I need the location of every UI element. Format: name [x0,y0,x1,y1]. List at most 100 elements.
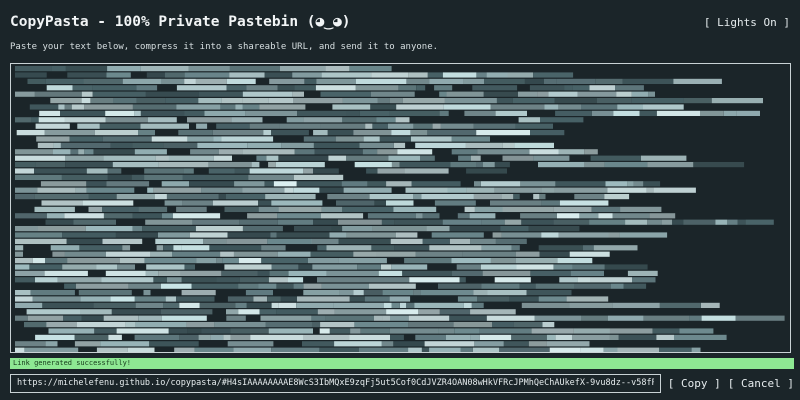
pixel-block [745,219,774,225]
pixel-block [359,110,390,116]
pixel-block [35,162,66,168]
pixel-block [369,194,414,200]
pixel-block [160,309,213,315]
pixel-block [427,130,477,136]
pixel-block [631,98,684,104]
pixel-block [84,104,133,110]
pixel-block [110,296,135,302]
pixel-block [610,283,624,289]
pixel-block [556,78,596,84]
pixel-block [390,315,409,321]
pixel-block [79,245,123,251]
pixel-block [557,213,580,219]
pixel-block [418,309,440,315]
copy-button[interactable]: [ Copy ] [668,377,721,390]
pixel-block [224,206,259,212]
pixel-block [424,341,475,347]
pixel-block [530,270,571,276]
pixel-block [633,181,644,187]
pixel-block [141,66,189,72]
pixel-block [15,270,45,276]
pixel-block [363,290,383,296]
pixel-block [514,142,554,148]
pixel-block [15,245,24,251]
pixel-block [15,174,62,180]
pixel-block [296,181,342,187]
pixel-block [350,328,361,334]
pixel-block [476,72,487,78]
pixel-block [511,245,520,251]
pixel-block [234,168,250,174]
pixel-block [381,219,395,225]
pixel-block [394,245,430,251]
pixel-block [35,277,58,283]
pixel-block [35,334,75,340]
pixel-block [542,322,555,328]
pixel-block [622,78,674,84]
pixel-block [303,283,322,289]
pixel-block [102,136,152,142]
pixel-block [106,181,150,187]
pixel-block [470,309,516,315]
pixel-block [500,226,529,232]
pixel-block [264,72,293,78]
pixel-block [242,104,260,110]
pixel-block [278,302,297,308]
pixel-block [541,200,560,206]
pixel-block [268,162,276,168]
pixel-block [326,270,379,276]
pixel-block [134,296,166,302]
pixel-block [483,91,518,97]
pixel-block [293,187,320,193]
pixel-block [487,290,527,296]
pixel-block [735,315,785,321]
pixel-block [376,251,416,257]
pixel-block [450,162,477,168]
pixel-block [386,181,412,187]
pixel-block [388,123,414,129]
pixel-block [320,123,366,129]
pixel-block [163,302,180,308]
pixel-block [48,328,95,334]
pixel-block [233,347,272,352]
pixel-block [627,181,634,187]
pixel-block [303,168,313,174]
pixel-block [298,264,313,270]
pixel-block [456,264,481,270]
pixel-block [647,162,694,168]
pixel-block [534,315,581,321]
pixel-block [84,149,94,155]
pixel-block [145,270,159,276]
pixel-block [138,130,155,136]
pixel-block [226,238,268,244]
pixel-block [128,283,161,289]
pixel-block [623,283,647,289]
pixel-block [38,117,65,123]
pixel-block [233,251,278,257]
lights-toggle-button[interactable]: [ Lights On ] [704,16,790,29]
pixel-block [191,283,239,289]
cancel-button[interactable]: [ Cancel ] [728,377,794,390]
pixel-block [136,98,166,104]
shareable-url-field[interactable] [10,373,661,393]
pixel-block [480,264,517,270]
pixel-block [15,226,38,232]
pixel-block [264,181,274,187]
pixel-block [518,91,538,97]
pixel-block [273,181,297,187]
paste-textarea[interactable] [10,63,791,353]
pixel-block [389,296,411,302]
pixel-block [93,302,136,308]
pixel-block [265,194,316,200]
pixel-block [50,245,80,251]
pixel-block [723,110,737,116]
pixel-block [220,104,236,110]
pixel-block [132,226,143,232]
pixel-block [472,347,500,352]
pixel-block [85,226,133,232]
pixel-block [155,238,204,244]
pixel-block [329,328,351,334]
pixel-block [393,206,437,212]
pixel-block [278,206,322,212]
pixel-block [432,123,441,129]
